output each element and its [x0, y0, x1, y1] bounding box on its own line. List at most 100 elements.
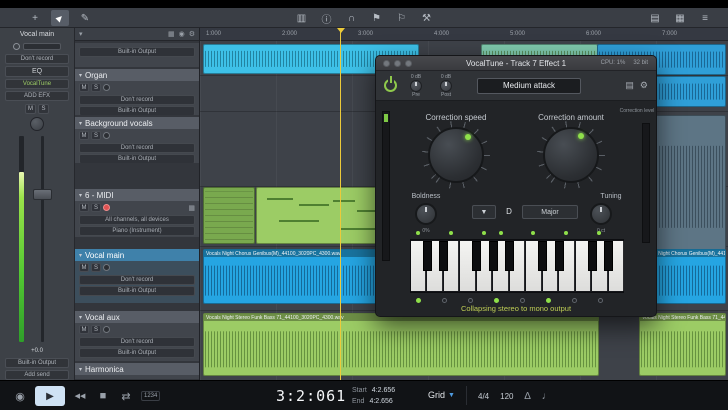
- solo-button[interactable]: S: [91, 131, 101, 140]
- time-signature[interactable]: 4/4: [478, 392, 489, 401]
- zoom-icon[interactable]: [405, 60, 412, 67]
- close-icon[interactable]: [383, 60, 390, 67]
- tempo-value[interactable]: 120: [500, 392, 513, 401]
- key-select-dot[interactable]: [598, 298, 603, 303]
- track-item-midi[interactable]: ▾ 6 - MIDI M S ▦ All channels, all devic…: [75, 189, 199, 237]
- settings-icon[interactable]: ⚙: [189, 30, 195, 38]
- chevron-down-icon[interactable]: ▾: [79, 120, 82, 127]
- tuning-knob[interactable]: [590, 203, 612, 225]
- chevron-down-icon[interactable]: ▾: [79, 72, 82, 79]
- piano-roll-icon[interactable]: ▦: [188, 204, 195, 212]
- tools-icon[interactable]: ⚒: [418, 10, 436, 26]
- scale-selector[interactable]: Major: [522, 205, 578, 219]
- gear-icon[interactable]: ⚙: [640, 80, 648, 91]
- correction-speed-knob[interactable]: [428, 127, 484, 183]
- menu-icon[interactable]: ≡: [696, 10, 714, 26]
- instrument-button[interactable]: Piano (Instrument): [79, 226, 195, 236]
- midi-input-button[interactable]: All channels, all devices: [79, 215, 195, 225]
- record-mode-button[interactable]: Don't record: [79, 275, 195, 285]
- effect-slot-button[interactable]: VocalTune: [5, 79, 69, 89]
- audio-clip-vocal-aux[interactable]: Vocals Night Stereo Funk Bass 71_44100_3…: [203, 313, 599, 376]
- record-arm-button[interactable]: [103, 264, 110, 271]
- draw-tool-icon[interactable]: ✎: [76, 10, 94, 26]
- track-name[interactable]: ▾ Harmonica: [75, 363, 199, 375]
- eq-button[interactable]: EQ: [5, 66, 69, 77]
- stop-button[interactable]: ■: [95, 387, 111, 405]
- mute-button[interactable]: M: [79, 325, 89, 334]
- boldness-knob[interactable]: [415, 203, 437, 225]
- piano-black-key[interactable]: [555, 241, 564, 271]
- add-effect-button[interactable]: ADD EFX: [5, 91, 69, 101]
- knob[interactable]: [410, 80, 422, 92]
- record-mode-button[interactable]: Don't record: [79, 337, 195, 347]
- chevron-down-icon[interactable]: ▾: [79, 366, 82, 373]
- track-item-vocal-main[interactable]: ▾ Vocal main M S Don't record Built-in O…: [75, 249, 199, 303]
- mixer-view-icon[interactable]: ▦: [671, 10, 689, 26]
- piano-black-key[interactable]: [505, 241, 514, 271]
- record-mode-button[interactable]: Don't record: [79, 95, 195, 105]
- pre-gain-knob[interactable]: 0 dB Pre: [405, 74, 427, 98]
- output-button[interactable]: Built-in Output: [79, 348, 195, 358]
- preset-selector[interactable]: Medium attack: [477, 78, 581, 94]
- chevron-down-icon[interactable]: ▾: [79, 252, 82, 259]
- fader-handle[interactable]: [33, 189, 52, 200]
- pan-knob[interactable]: [30, 117, 44, 131]
- track-name[interactable]: ▾ Background vocals: [75, 117, 199, 129]
- track-name[interactable]: ▾ 6 - MIDI: [75, 189, 199, 201]
- key-select-dot[interactable]: [416, 298, 421, 303]
- knob[interactable]: [440, 80, 452, 92]
- minimize-icon[interactable]: [394, 60, 401, 67]
- track-name[interactable]: ▾ Organ: [75, 69, 199, 81]
- record-arm-button[interactable]: [103, 132, 110, 139]
- timeline-ruler[interactable]: 1:0002:0003:0004:0005:0006:0007:000: [200, 28, 728, 41]
- add-send-button[interactable]: Add send: [5, 370, 69, 380]
- collapse-all-icon[interactable]: ▾: [79, 30, 83, 38]
- count-in-button[interactable]: 1234: [141, 391, 160, 401]
- solo-button[interactable]: S: [91, 325, 101, 334]
- magnet-icon[interactable]: ∩: [343, 10, 361, 26]
- region-flag-icon[interactable]: ⚐: [393, 10, 411, 26]
- audio-clip-vocal-aux[interactable]: Vocals Night Stereo Funk Bass 71_44100_3…: [639, 313, 726, 376]
- plugin-titlebar[interactable]: VocalTune - Track 7 Effect 1 CPU: 1% 32 …: [376, 56, 656, 71]
- info-icon[interactable]: ⓘ: [318, 10, 336, 26]
- add-track-icon[interactable]: +: [26, 10, 44, 26]
- solo-button[interactable]: S: [91, 83, 101, 92]
- key-select-dot[interactable]: [520, 298, 525, 303]
- piano-black-key[interactable]: [423, 241, 432, 271]
- piano-keyboard[interactable]: [410, 239, 624, 293]
- pointer-tool-icon[interactable]: ►: [51, 10, 69, 26]
- piano-roll-icon[interactable]: ▥: [293, 10, 311, 26]
- record-arm-button[interactable]: [103, 326, 110, 333]
- playhead-cap[interactable]: [337, 28, 345, 33]
- solo-button[interactable]: S: [91, 203, 101, 212]
- track-item-partial[interactable]: Built-in Output: [75, 43, 199, 67]
- track-item-harmonica[interactable]: ▾ Harmonica: [75, 363, 199, 379]
- key-select-dot[interactable]: [572, 298, 577, 303]
- output-button[interactable]: Built-in Output: [79, 106, 195, 115]
- key-select-dot[interactable]: [442, 298, 447, 303]
- mute-button[interactable]: M: [79, 203, 89, 212]
- midi-clip[interactable]: [203, 187, 255, 244]
- piano-black-key[interactable]: [439, 241, 448, 271]
- record-mode-button[interactable]: Don't record: [5, 54, 69, 64]
- grid-dropdown[interactable]: Grid ▼: [428, 390, 455, 400]
- record-arm-button[interactable]: [103, 204, 110, 211]
- track-name[interactable]: ▾ Vocal aux: [75, 311, 199, 323]
- piano-black-key[interactable]: [472, 241, 481, 271]
- rewind-button[interactable]: ◀◀: [72, 387, 88, 405]
- record-mode-button[interactable]: Don't record: [79, 143, 195, 153]
- track-item-organ[interactable]: ▾ Organ M S Don't record Built-in Output: [75, 69, 199, 115]
- chevron-down-icon[interactable]: ▾: [79, 192, 82, 199]
- grid-view-icon[interactable]: ▦: [168, 30, 175, 38]
- snapshot-icon[interactable]: ◉: [179, 30, 185, 38]
- output-button[interactable]: Built-in Output: [79, 154, 195, 163]
- mute-button[interactable]: M: [79, 131, 89, 140]
- plugin-window[interactable]: VocalTune - Track 7 Effect 1 CPU: 1% 32 …: [375, 55, 657, 317]
- playhead[interactable]: [340, 28, 341, 380]
- key-select-dot[interactable]: [494, 298, 499, 303]
- piano-black-key[interactable]: [489, 241, 498, 271]
- post-gain-knob[interactable]: 0 dB Post: [435, 74, 457, 98]
- scale-dropdown-arrow[interactable]: ▼: [472, 205, 496, 219]
- play-button[interactable]: ▶: [35, 386, 65, 406]
- marker-icon[interactable]: ⚑: [368, 10, 386, 26]
